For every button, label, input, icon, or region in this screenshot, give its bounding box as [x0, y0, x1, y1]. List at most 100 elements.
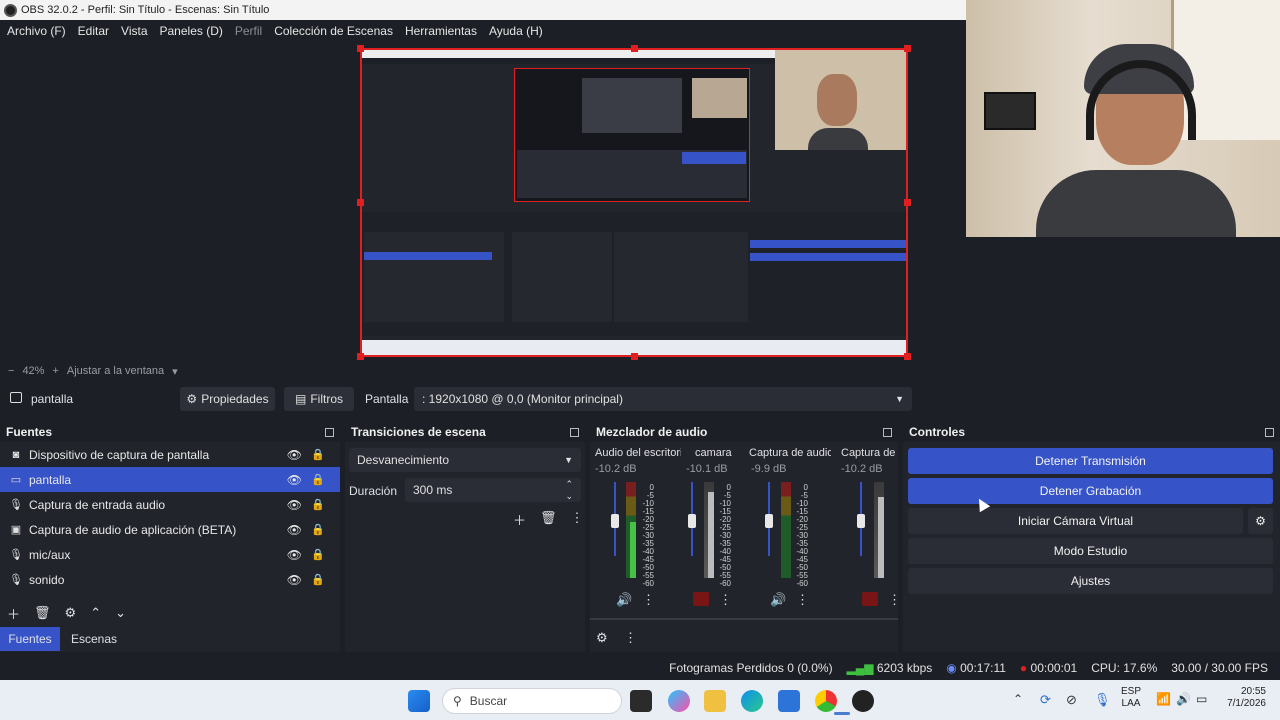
- muted-speaker-icon[interactable]: [862, 592, 878, 606]
- task-view-icon[interactable]: [630, 690, 652, 712]
- more-vertical-icon[interactable]: ⋮: [571, 510, 584, 529]
- tab-escenas[interactable]: Escenas: [60, 627, 128, 651]
- wifi-icon[interactable]: 📶: [1156, 692, 1171, 706]
- muted-speaker-icon[interactable]: [693, 592, 709, 606]
- windows-start-icon[interactable]: [408, 690, 430, 712]
- undock-icon[interactable]: [570, 427, 579, 437]
- edge-icon[interactable]: [741, 690, 763, 712]
- studio-mode-button[interactable]: Modo Estudio: [908, 538, 1273, 564]
- more-vertical-icon[interactable]: ⋮: [719, 592, 732, 608]
- source-item[interactable]: 🎙 Captura de entrada audio 👁 🔒: [0, 492, 340, 517]
- add-transition-icon[interactable]: ＋: [513, 510, 526, 529]
- chevron-up-icon[interactable]: ⌃: [1013, 692, 1023, 706]
- fader-knob[interactable]: [611, 514, 619, 528]
- fader-knob[interactable]: [765, 514, 773, 528]
- transform-handle[interactable]: [904, 353, 911, 360]
- clock[interactable]: 20:55 7/1/2026: [1218, 686, 1266, 710]
- trash-icon[interactable]: 🗑: [540, 510, 557, 529]
- db-scale: 0 -5 -10 -15 -20 -25 -30 -35 -40 -45 -50 -55 -60: [719, 483, 731, 588]
- lock-icon[interactable]: 🔒: [311, 448, 325, 461]
- menu-vista[interactable]: Vista: [117, 24, 151, 38]
- source-item-selected[interactable]: ▭ pantalla 👁 🔒: [0, 467, 340, 492]
- source-item[interactable]: 🎙 sonido 👁 🔒: [0, 567, 340, 592]
- undock-icon[interactable]: [325, 427, 334, 437]
- filters-button[interactable]: ▤ Filtros: [284, 387, 354, 411]
- menu-paneles[interactable]: Paneles (D): [156, 24, 227, 38]
- menu-perfil[interactable]: Perfil: [231, 24, 266, 38]
- virtual-camera-gear-icon[interactable]: ⚙: [1248, 508, 1273, 534]
- lock-icon[interactable]: 🔒: [311, 548, 325, 561]
- source-item[interactable]: ◙ Dispositivo de captura de pantalla 👁 🔒: [0, 442, 340, 467]
- undock-icon[interactable]: [883, 427, 892, 437]
- properties-button[interactable]: ⚙ Propiedades: [180, 387, 275, 411]
- fader-knob[interactable]: [857, 514, 865, 528]
- file-explorer-icon[interactable]: [704, 690, 726, 712]
- transform-handle[interactable]: [631, 45, 638, 52]
- copilot-icon[interactable]: [668, 690, 690, 712]
- microphone-tray-icon[interactable]: 🎙: [1094, 692, 1111, 708]
- settings-button[interactable]: Ajustes: [908, 568, 1273, 594]
- zoom-fit-select[interactable]: Ajustar a la ventana: [67, 365, 164, 377]
- lock-icon[interactable]: 🔒: [311, 573, 325, 586]
- duration-spinbox[interactable]: 300 ms ⌃ ⌄: [405, 478, 581, 502]
- more-vertical-icon[interactable]: ⋮: [796, 592, 809, 608]
- gear-icon[interactable]: ⚙: [65, 605, 77, 621]
- mixer-scrollbar[interactable]: [590, 618, 898, 620]
- move-down-icon[interactable]: ⌄: [115, 605, 126, 621]
- undock-icon[interactable]: [1265, 427, 1274, 437]
- speaker-icon[interactable]: 🔊: [616, 592, 632, 608]
- broadcast-icon: ◉: [946, 661, 957, 675]
- display-select[interactable]: : 1920x1080 @ 0,0 (Monitor principal) ▼: [414, 387, 912, 411]
- transform-handle[interactable]: [631, 353, 638, 360]
- visibility-eye-icon[interactable]: 👁: [287, 573, 302, 587]
- advanced-audio-gear-icon[interactable]: ⚙: [596, 630, 608, 646]
- menu-archivo[interactable]: Archivo (F): [3, 24, 70, 38]
- lock-icon[interactable]: 🔒: [311, 498, 325, 511]
- fader-knob[interactable]: [688, 514, 696, 528]
- visibility-eye-icon[interactable]: 👁: [287, 448, 302, 462]
- visibility-eye-icon[interactable]: 👁: [287, 498, 302, 512]
- transform-handle[interactable]: [357, 45, 364, 52]
- stop-recording-button[interactable]: Detener Grabación: [908, 478, 1273, 504]
- lock-icon[interactable]: 🔒: [311, 523, 325, 536]
- zoom-out-button[interactable]: −: [8, 365, 14, 377]
- visibility-eye-icon[interactable]: 👁: [287, 523, 302, 537]
- transform-handle[interactable]: [904, 199, 911, 206]
- transform-handle[interactable]: [357, 353, 364, 360]
- chevron-down-icon[interactable]: ▾: [172, 365, 178, 378]
- menu-herramientas[interactable]: Herramientas: [401, 24, 481, 38]
- chrome-icon[interactable]: [815, 690, 837, 712]
- preview-source-frame[interactable]: [360, 48, 908, 357]
- visibility-eye-icon[interactable]: 👁: [287, 473, 302, 487]
- transform-handle[interactable]: [357, 199, 364, 206]
- trash-icon[interactable]: 🗑: [34, 605, 51, 621]
- network-off-icon[interactable]: ⊘: [1066, 692, 1077, 708]
- more-vertical-icon[interactable]: ⋮: [888, 592, 901, 608]
- transition-select[interactable]: Desvanecimiento ▼: [349, 448, 581, 472]
- add-source-icon[interactable]: ＋: [7, 604, 20, 623]
- menu-editar[interactable]: Editar: [74, 24, 113, 38]
- filter-icon: ▤: [294, 392, 307, 406]
- transform-handle[interactable]: [904, 45, 911, 52]
- visibility-eye-icon[interactable]: 👁: [287, 548, 302, 562]
- store-icon[interactable]: [778, 690, 800, 712]
- move-up-icon[interactable]: ⌃: [90, 605, 101, 621]
- taskbar-search[interactable]: ⚲ Buscar: [442, 688, 622, 714]
- battery-icon[interactable]: ▭: [1196, 692, 1207, 706]
- lock-icon[interactable]: 🔒: [311, 473, 325, 486]
- source-item[interactable]: 🎙 mic/aux 👁 🔒: [0, 542, 340, 567]
- start-virtual-camera-button[interactable]: Iniciar Cámara Virtual: [908, 508, 1243, 534]
- menu-ayuda[interactable]: Ayuda (H): [485, 24, 547, 38]
- language-indicator[interactable]: ESP LAA: [1121, 686, 1141, 710]
- speaker-icon[interactable]: 🔊: [770, 592, 786, 608]
- tab-fuentes[interactable]: Fuentes: [0, 627, 60, 651]
- sync-icon[interactable]: ⟳: [1040, 692, 1051, 708]
- source-item[interactable]: ▣ Captura de audio de aplicación (BETA) …: [0, 517, 340, 542]
- zoom-in-button[interactable]: +: [52, 365, 58, 377]
- volume-icon[interactable]: 🔊: [1176, 692, 1191, 706]
- menu-coleccion-escenas[interactable]: Colección de Escenas: [270, 24, 397, 38]
- more-vertical-icon[interactable]: ⋮: [624, 630, 637, 646]
- obs-taskbar-icon[interactable]: [852, 690, 874, 712]
- stop-streaming-button[interactable]: Detener Transmisión: [908, 448, 1273, 474]
- more-vertical-icon[interactable]: ⋮: [642, 592, 655, 608]
